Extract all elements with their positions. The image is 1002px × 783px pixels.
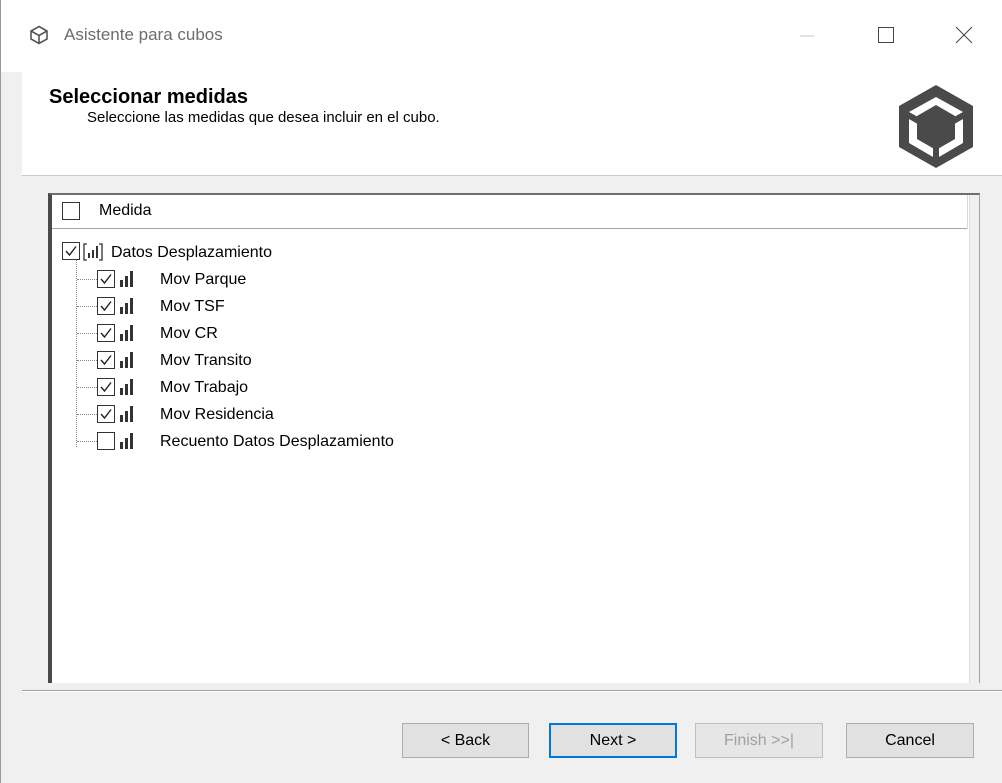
maximize-icon xyxy=(878,27,894,43)
checkmark-icon xyxy=(100,301,112,312)
checkmark-icon xyxy=(100,382,112,393)
measure-icon xyxy=(120,352,133,368)
checkmark-icon xyxy=(100,328,112,339)
tree-item-label: Mov Transito xyxy=(160,352,252,369)
item-checkbox[interactable] xyxy=(97,378,115,396)
column-header-medida: Medida xyxy=(99,202,152,219)
tree-item-row[interactable]: Mov Residencia xyxy=(52,401,968,428)
measure-group-icon xyxy=(83,243,103,261)
cancel-button[interactable]: Cancel xyxy=(846,723,974,758)
checkmark-icon xyxy=(100,409,112,420)
tree-group-label: Datos Desplazamiento xyxy=(111,244,272,261)
page-subtitle: Seleccione las medidas que desea incluir… xyxy=(87,109,440,126)
tree-group-row[interactable]: Datos Desplazamiento xyxy=(52,239,968,266)
back-button[interactable]: < Back xyxy=(402,723,529,758)
tree-item-label: Mov Residencia xyxy=(160,406,274,423)
tree-item-label: Mov TSF xyxy=(160,298,225,315)
close-button[interactable] xyxy=(931,0,995,72)
tree-branch xyxy=(77,414,97,415)
footer-separator xyxy=(22,690,1002,692)
header-divider xyxy=(967,195,968,229)
cube-app-icon xyxy=(30,25,48,45)
measure-icon xyxy=(120,406,133,422)
tree-item-label: Recuento Datos Desplazamiento xyxy=(160,433,394,450)
tree-item-row[interactable]: Mov Transito xyxy=(52,347,968,374)
tree-item-row[interactable]: Recuento Datos Desplazamiento xyxy=(52,428,968,455)
window-frame-left xyxy=(0,0,1,783)
item-checkbox[interactable] xyxy=(97,270,115,288)
close-icon xyxy=(955,26,973,44)
group-checkbox[interactable] xyxy=(62,242,80,260)
measure-icon xyxy=(120,379,133,395)
select-all-checkbox[interactable] xyxy=(62,202,80,220)
item-checkbox[interactable] xyxy=(97,351,115,369)
item-checkbox[interactable] xyxy=(97,297,115,315)
title-bar[interactable]: Asistente para cubos xyxy=(1,0,1002,72)
checkmark-icon xyxy=(100,274,112,285)
checkmark-icon xyxy=(100,355,112,366)
minimize-button[interactable] xyxy=(775,0,839,72)
item-checkbox-unchecked[interactable] xyxy=(97,432,115,450)
measure-icon xyxy=(120,433,133,449)
tree-item-row[interactable]: Mov Trabajo xyxy=(52,374,968,401)
item-checkbox[interactable] xyxy=(97,405,115,423)
tree-branch xyxy=(77,360,97,361)
next-button[interactable]: Next > xyxy=(549,723,677,758)
tree-item-row[interactable]: Mov CR xyxy=(52,320,968,347)
measure-icon xyxy=(120,298,133,314)
tree-item-row[interactable]: Mov Parque xyxy=(52,266,968,293)
wizard-header: Seleccionar medidas Seleccione las medid… xyxy=(22,72,1002,176)
cube-icon xyxy=(899,85,973,168)
minimize-icon xyxy=(800,35,814,37)
tree-item-row[interactable]: Mov TSF xyxy=(52,293,968,320)
list-side-strip xyxy=(969,195,979,683)
maximize-button[interactable] xyxy=(853,0,917,72)
item-checkbox[interactable] xyxy=(97,324,115,342)
tree-branch xyxy=(77,333,97,334)
measure-icon xyxy=(120,325,133,341)
finish-button[interactable]: Finish >>| xyxy=(695,723,823,758)
list-column-header[interactable]: Medida xyxy=(52,195,968,229)
measures-list[interactable]: Medida Datos Desplazamiento Mov Parque M… xyxy=(48,193,980,683)
tree-item-label: Mov Parque xyxy=(160,271,247,288)
measure-icon xyxy=(120,271,133,287)
measures-tree[interactable]: Datos Desplazamiento Mov Parque Mov TSF xyxy=(52,229,968,683)
tree-branch xyxy=(77,306,97,307)
tree-branch xyxy=(77,441,97,442)
tree-branch xyxy=(77,279,97,280)
window-title: Asistente para cubos xyxy=(64,25,223,44)
tree-branch xyxy=(77,387,97,388)
checkmark-icon xyxy=(65,246,77,257)
page-title: Seleccionar medidas xyxy=(49,86,248,108)
tree-item-label: Mov CR xyxy=(160,325,218,342)
tree-item-label: Mov Trabajo xyxy=(160,379,249,396)
